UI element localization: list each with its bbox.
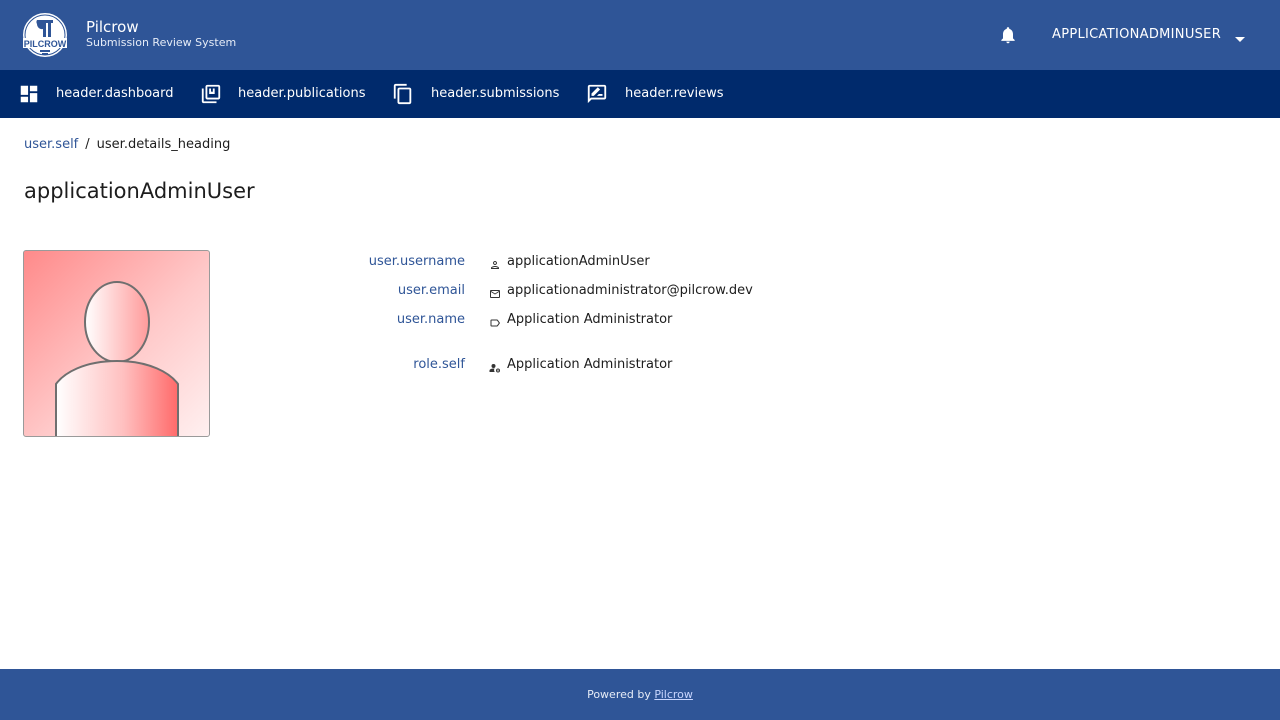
pilcrow-logo[interactable]: PILCROW	[19, 11, 71, 59]
breadcrumb-link-user[interactable]: user.self	[24, 137, 78, 152]
name-value: Application Administrator	[507, 312, 673, 327]
breadcrumb-separator: /	[85, 137, 90, 152]
caret-down-icon	[1233, 30, 1247, 42]
name-label: user.name	[396, 312, 465, 327]
app-name: Pilcrow	[86, 18, 139, 36]
username-label: user.username	[368, 254, 465, 269]
logo-wordmark: PILCROW	[24, 39, 67, 49]
nav-item-label: header.reviews	[625, 86, 724, 101]
detail-row-email: user.email applicationadministrator@pilc…	[280, 282, 880, 300]
library-books-icon	[200, 83, 222, 105]
avatar	[23, 250, 210, 437]
role-label: role.self	[413, 357, 465, 372]
nav-item-publications[interactable]: header.publications	[200, 70, 370, 118]
nav-item-label: header.dashboard	[56, 86, 174, 101]
person-icon	[489, 256, 501, 269]
role-value: Application Administrator	[507, 357, 673, 372]
app-subtitle: Submission Review System	[86, 36, 237, 49]
breadcrumb: user.self / user.details_heading	[24, 137, 230, 153]
avatar-silhouette	[55, 281, 179, 436]
label-icon	[489, 314, 501, 327]
copy-icon	[392, 83, 414, 105]
manage-accounts-icon	[489, 359, 501, 373]
rate-review-icon	[586, 83, 608, 105]
email-label: user.email	[397, 283, 465, 298]
user-menu-button[interactable]: APPLICATIONADMINUSER	[1040, 18, 1260, 52]
detail-row-name: user.name Application Administrator	[280, 311, 880, 329]
breadcrumb-current: user.details_heading	[96, 137, 231, 152]
app-footer: Powered by Pilcrow	[0, 669, 1280, 720]
footer-pilcrow-link[interactable]: Pilcrow	[654, 688, 693, 701]
nav-item-label: header.publications	[238, 86, 366, 101]
email-value: applicationadministrator@pilcrow.dev	[507, 283, 753, 298]
nav-item-submissions[interactable]: header.submissions	[392, 70, 562, 118]
nav-item-dashboard[interactable]: header.dashboard	[18, 70, 178, 118]
username-value: applicationAdminUser	[507, 254, 650, 269]
footer-text: Powered by Pilcrow	[0, 688, 1280, 702]
app-header: PILCROW Pilcrow Submission Review System…	[0, 0, 1280, 70]
nav-item-reviews[interactable]: header.reviews	[586, 70, 726, 118]
bell-icon[interactable]	[998, 25, 1018, 45]
detail-row-role: role.self Application Administrator	[280, 356, 880, 374]
page-title: applicationAdminUser	[24, 179, 255, 203]
nav-item-label: header.submissions	[431, 86, 560, 101]
dashboard-icon	[18, 83, 40, 105]
footer-prefix: Powered by	[587, 688, 651, 701]
detail-row-username: user.username applicationAdminUser	[280, 253, 880, 271]
main-nav: header.dashboard header.publications hea…	[0, 70, 1280, 118]
mail-icon	[489, 285, 501, 298]
user-menu-label: APPLICATIONADMINUSER	[1052, 27, 1222, 42]
